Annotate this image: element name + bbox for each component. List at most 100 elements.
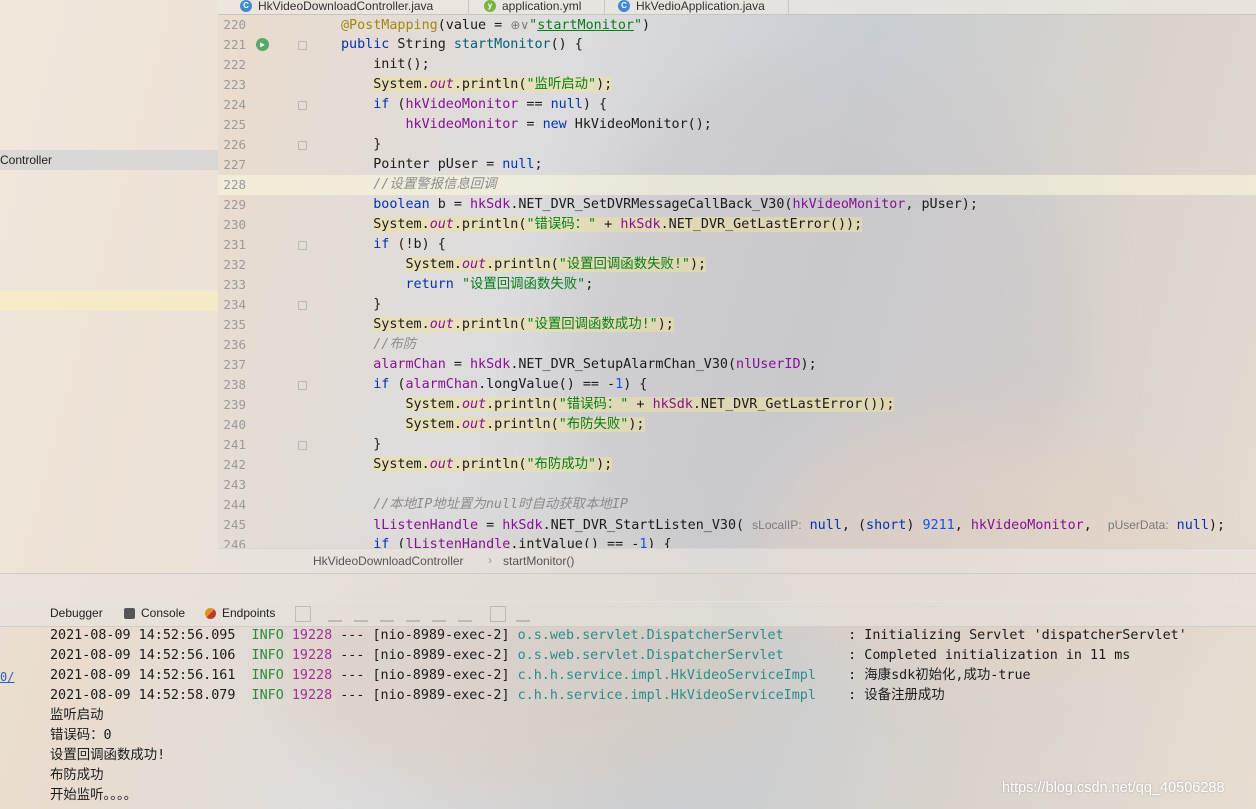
code-line[interactable]: 228 //设置警报信息回调 [218,175,1256,195]
fold-marker-icon[interactable] [298,381,307,390]
code-line[interactable]: 237 alarmChan = hkSdk.NET_DVR_SetupAlarm… [218,355,1256,375]
line-number[interactable]: 224 [218,95,246,115]
line-number[interactable]: 220 [218,15,246,35]
code-text: boolean b = hkSdk.NET_DVR_SetDVRMessageC… [373,197,978,212]
watermark: https://blog.csdn.net/qq_40506288 [1002,780,1225,796]
code-line[interactable]: 238 if (alarmChan.longValue() == -1) { [218,375,1256,395]
code-line[interactable]: 222 init(); [218,55,1256,75]
code-text: System.out.println("布防成功"); [373,457,613,472]
run-to-cursor-icon[interactable] [458,606,472,622]
code-line[interactable]: 225 hkVideoMonitor = new HkVideoMonitor(… [218,115,1256,135]
code-editor[interactable]: 220 @PostMapping(value = ⊕∨"startMonitor"… [218,14,1256,548]
fold-marker-icon[interactable] [298,241,307,250]
code-line[interactable]: 239 System.out.println("错误码：" + hkSdk.NE… [218,395,1256,415]
code-line[interactable]: 240 System.out.println("布防失败"); [218,415,1256,435]
step-over-icon[interactable] [328,606,342,622]
line-number[interactable]: 233 [218,275,246,295]
fold-marker-icon[interactable] [298,41,307,50]
code-text: lListenHandle = hkSdk.NET_DVR_StartListe… [373,518,1226,533]
line-number[interactable]: 231 [218,235,246,255]
fold-marker-icon[interactable] [298,301,307,310]
line-number[interactable]: 242 [218,455,246,475]
log-thread: --- [nio-8989-exec-2] [332,668,510,683]
step-out-icon[interactable] [406,606,420,622]
step-into-icon[interactable] [354,606,368,622]
log-message: : 海康sdk初始化,成功-true [840,668,1031,683]
line-number[interactable]: 232 [218,255,246,275]
code-line[interactable]: 232 System.out.println("设置回调函数失败!"); [218,255,1256,275]
force-step-into-icon[interactable] [380,606,394,622]
code-line[interactable]: 236 //布防 [218,335,1256,355]
evaluate-icon[interactable] [490,606,506,622]
code-line[interactable]: 220 @PostMapping(value = ⊕∨"startMonitor"… [218,15,1256,35]
run-toolbar: Debugger Console Endpoints [0,601,1256,627]
project-tree-item-label: Controller [0,153,53,167]
line-number[interactable]: 234 [218,295,246,315]
code-line[interactable]: 244 //本地IP地址置为null时自动获取本地IP [218,495,1256,515]
code-line[interactable]: 242 System.out.println("布防成功"); [218,455,1256,475]
fold-marker-icon[interactable] [298,141,307,150]
line-number[interactable]: 226 [218,135,246,155]
line-number[interactable]: 245 [218,515,246,535]
tab-hkvideodownloadcontroller[interactable]: C HkVideoDownloadController.java [240,0,433,14]
line-number[interactable]: 221 [218,35,246,55]
log-timestamp: 2021-08-09 14:52:56.095 [50,628,236,643]
tab-divider [468,0,469,14]
breadcrumb: HkVideoDownloadController › startMonitor… [218,548,1256,574]
breadcrumb-class[interactable]: HkVideoDownloadController [313,554,464,568]
tab-endpoints[interactable]: Endpoints [205,606,275,620]
code-line[interactable]: 227 Pointer pUser = null; [218,155,1256,175]
tab-label: HkVedioApplication.java [636,0,765,13]
code-line[interactable]: 243 [218,475,1256,495]
console-log-line: 2021-08-09 14:52:56.161 INFO 19228 --- [… [50,666,1031,686]
line-number[interactable]: 246 [218,535,246,548]
tab-application-yml[interactable]: y application.yml [484,0,581,14]
line-number[interactable]: 237 [218,355,246,375]
fold-marker-icon[interactable] [298,101,307,110]
line-number[interactable]: 240 [218,415,246,435]
code-text: if (lListenHandle.intValue() == -1) { [373,537,672,548]
line-number[interactable]: 225 [218,115,246,135]
code-line[interactable]: 221 ▶ public String startMonitor() { [218,35,1256,55]
line-number[interactable]: 228 [218,175,246,195]
console-left-link[interactable]: 0/ [0,670,14,684]
log-pid: 19228 [283,668,333,683]
fold-marker-icon[interactable] [298,441,307,450]
code-line[interactable]: 235 System.out.println("设置回调函数成功!"); [218,315,1256,335]
tab-hkvedioapplication[interactable]: C HkVedioApplication.java [618,0,765,14]
restore-layout-icon[interactable] [295,606,311,622]
line-number[interactable]: 230 [218,215,246,235]
code-line[interactable]: 229 boolean b = hkSdk.NET_DVR_SetDVRMess… [218,195,1256,215]
code-line[interactable]: 223 System.out.println("监听启动"); [218,75,1256,95]
line-number[interactable]: 236 [218,335,246,355]
line-number[interactable]: 244 [218,495,246,515]
project-tree-selected-item[interactable]: Controller [0,150,218,170]
line-number[interactable]: 238 [218,375,246,395]
line-number[interactable]: 227 [218,155,246,175]
line-number[interactable]: 223 [218,75,246,95]
code-line[interactable]: 226 } [218,135,1256,155]
code-text: if (!b) { [373,237,446,252]
line-number[interactable]: 241 [218,435,246,455]
code-line[interactable]: 231 if (!b) { [218,235,1256,255]
breadcrumb-method[interactable]: startMonitor() [503,554,574,568]
trace-icon[interactable] [516,606,530,622]
code-line[interactable]: 245 lListenHandle = hkSdk.NET_DVR_StartL… [218,515,1256,535]
code-text: System.out.println("错误码：" + hkSdk.NET_DV… [405,397,895,412]
run-gutter-icon[interactable]: ▶ [256,38,269,51]
line-number[interactable]: 239 [218,395,246,415]
code-line[interactable]: 233 return "设置回调函数失败"; [218,275,1256,295]
line-number[interactable]: 243 [218,475,246,495]
code-line[interactable]: 230 System.out.println("错误码：" + hkSdk.NE… [218,215,1256,235]
console-output-line: 监听启动 [50,708,104,723]
line-number[interactable]: 235 [218,315,246,335]
drop-frame-icon[interactable] [432,606,446,622]
code-line[interactable]: 241 } [218,435,1256,455]
line-number[interactable]: 229 [218,195,246,215]
tab-debugger[interactable]: Debugger [50,606,103,620]
code-line[interactable]: 224 if (hkVideoMonitor == null) { [218,95,1256,115]
code-line[interactable]: 246 if (lListenHandle.intValue() == -1) … [218,535,1256,548]
code-line[interactable]: 234 } [218,295,1256,315]
line-number[interactable]: 222 [218,55,246,75]
tab-console[interactable]: Console [124,606,185,620]
